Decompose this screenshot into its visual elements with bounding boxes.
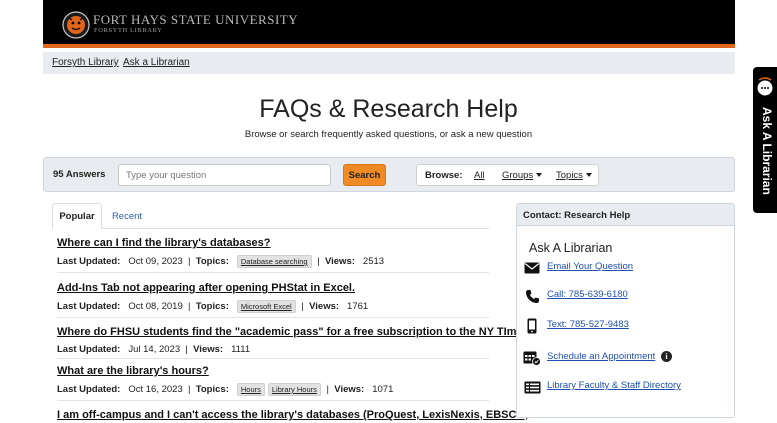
contact-call[interactable]: Call: 785-639-6180 <box>523 287 723 305</box>
contact-directory[interactable]: Library Faculty & Staff Directory <box>523 378 723 396</box>
tab-popular[interactable]: Popular <box>52 203 102 229</box>
contact-link[interactable]: Email Your Question <box>547 261 633 272</box>
chevron-down-icon <box>585 173 592 178</box>
contact-link[interactable]: Library Faculty & Staff Directory <box>547 380 681 391</box>
question-meta: Last Updated: Oct 09, 2023 | Topics: Dat… <box>57 255 385 268</box>
divider <box>57 400 489 401</box>
question-link[interactable]: Where can I find the library's databases… <box>57 237 271 249</box>
views-count: 1111 <box>231 344 251 355</box>
contact-email[interactable]: Email Your Question <box>523 259 723 277</box>
info-icon[interactable]: i <box>661 351 672 362</box>
views-label: Views: <box>324 256 355 267</box>
topics-label: Topics: <box>195 301 229 312</box>
contact-panel: Contact: Research Help Ask A Librarian E… <box>516 203 735 418</box>
updated-date: Jul 14, 2023 <box>128 344 181 355</box>
chevron-down-icon <box>536 173 543 178</box>
updated-date: Oct 09, 2023 <box>128 256 183 267</box>
last-updated-label: Last Updated: <box>57 384 121 395</box>
question-meta: Last Updated: Oct 08, 2019 | Topics: Mic… <box>57 300 369 313</box>
phone-icon <box>523 287 541 305</box>
search-input[interactable] <box>118 164 331 186</box>
question-link[interactable]: What are the library's hours? <box>57 365 209 377</box>
search-button[interactable]: Search <box>343 164 386 186</box>
divider <box>57 317 489 318</box>
breadcrumb-ask-a-librarian[interactable]: Ask a Librarian <box>123 57 190 68</box>
university-name[interactable]: Fort Hays State University <box>93 12 298 28</box>
groups-label: Groups <box>502 170 534 181</box>
topics-label: Topics: <box>195 384 229 395</box>
faq-tabs: Popular Recent <box>52 203 489 229</box>
tiger-logo-icon[interactable] <box>61 9 91 41</box>
updated-date: Oct 08, 2019 <box>128 301 183 312</box>
groups-dropdown[interactable]: Groups <box>502 170 543 181</box>
topics-label: Topics <box>556 170 583 181</box>
contact-appointment[interactable]: Schedule an Appointment i <box>523 349 723 367</box>
breadcrumb: Forsyth Library / Ask a Librarian <box>43 52 735 74</box>
contact-header: Contact: Research Help <box>517 204 734 226</box>
contact-text[interactable]: Text: 785-527-9483 <box>523 317 723 335</box>
library-name: Forsyth Library <box>94 27 163 34</box>
views-label: Views: <box>309 301 340 312</box>
contact-title: Ask A Librarian <box>529 241 613 255</box>
views-count: 1071 <box>372 384 394 395</box>
contact-link[interactable]: Call: 785-639-6180 <box>547 289 628 300</box>
last-updated-label: Last Updated: <box>57 256 121 267</box>
views-count: 2513 <box>362 256 385 267</box>
tab-recent[interactable]: Recent <box>106 203 148 229</box>
site-header: Fort Hays State University Forsyth Libra… <box>43 0 735 48</box>
topic-tag[interactable]: Microsoft Excel <box>236 300 296 313</box>
updated-date: Oct 16, 2023 <box>128 384 183 395</box>
mobile-icon <box>523 317 541 335</box>
topic-tag[interactable]: Database searching <box>236 255 312 268</box>
side-tab-label: Ask A Librarian <box>760 107 774 195</box>
search-bar: 95 Answers Search Browse: All Groups Top… <box>43 157 735 192</box>
divider <box>57 358 489 359</box>
browse-all-link[interactable]: All <box>474 170 485 181</box>
answers-count: 95 Answers <box>53 169 106 180</box>
topics-dropdown[interactable]: Topics <box>556 170 592 181</box>
views-count: 1761 <box>347 301 369 312</box>
calendar-icon <box>523 349 541 367</box>
contact-link[interactable]: Text: 785-527-9483 <box>547 319 629 330</box>
ask-a-librarian-side-tab[interactable]: Ask A Librarian <box>753 67 777 213</box>
page: Fort Hays State University Forsyth Libra… <box>0 0 777 423</box>
views-label: Views: <box>334 384 365 395</box>
question-meta: Last Updated: Jul 14, 2023 | Views: 1111 <box>57 344 251 355</box>
last-updated-label: Last Updated: <box>57 344 121 355</box>
breadcrumb-separator: / <box>113 57 116 68</box>
question-link[interactable]: Add-Ins Tab not appearing after opening … <box>57 282 355 294</box>
browse-bar: Browse: All Groups Topics <box>416 164 599 186</box>
last-updated-label: Last Updated: <box>57 301 121 312</box>
question-link[interactable]: Where do FHSU students find the "academi… <box>57 326 535 338</box>
contact-link[interactable]: Schedule an Appointment <box>547 351 655 362</box>
question-meta: Last Updated: Oct 16, 2023 | Topics: Hou… <box>57 383 394 396</box>
chat-bubble-icon <box>757 77 773 96</box>
topic-tag[interactable]: Hours <box>236 383 265 396</box>
question-link[interactable]: I am off-campus and I can't access the l… <box>57 409 528 421</box>
envelope-icon <box>523 259 541 277</box>
divider <box>57 272 489 273</box>
topic-tag[interactable]: Library Hours <box>267 383 321 396</box>
views-label: Views: <box>193 344 224 355</box>
topics-label: Topics: <box>195 256 229 267</box>
page-subtitle: Browse or search frequently asked questi… <box>244 129 533 140</box>
page-title: FAQs & Research Help <box>259 95 518 123</box>
breadcrumb-forsyth-library[interactable]: Forsyth Library <box>52 57 119 68</box>
directory-icon <box>523 378 541 396</box>
browse-label: Browse: <box>425 170 463 181</box>
